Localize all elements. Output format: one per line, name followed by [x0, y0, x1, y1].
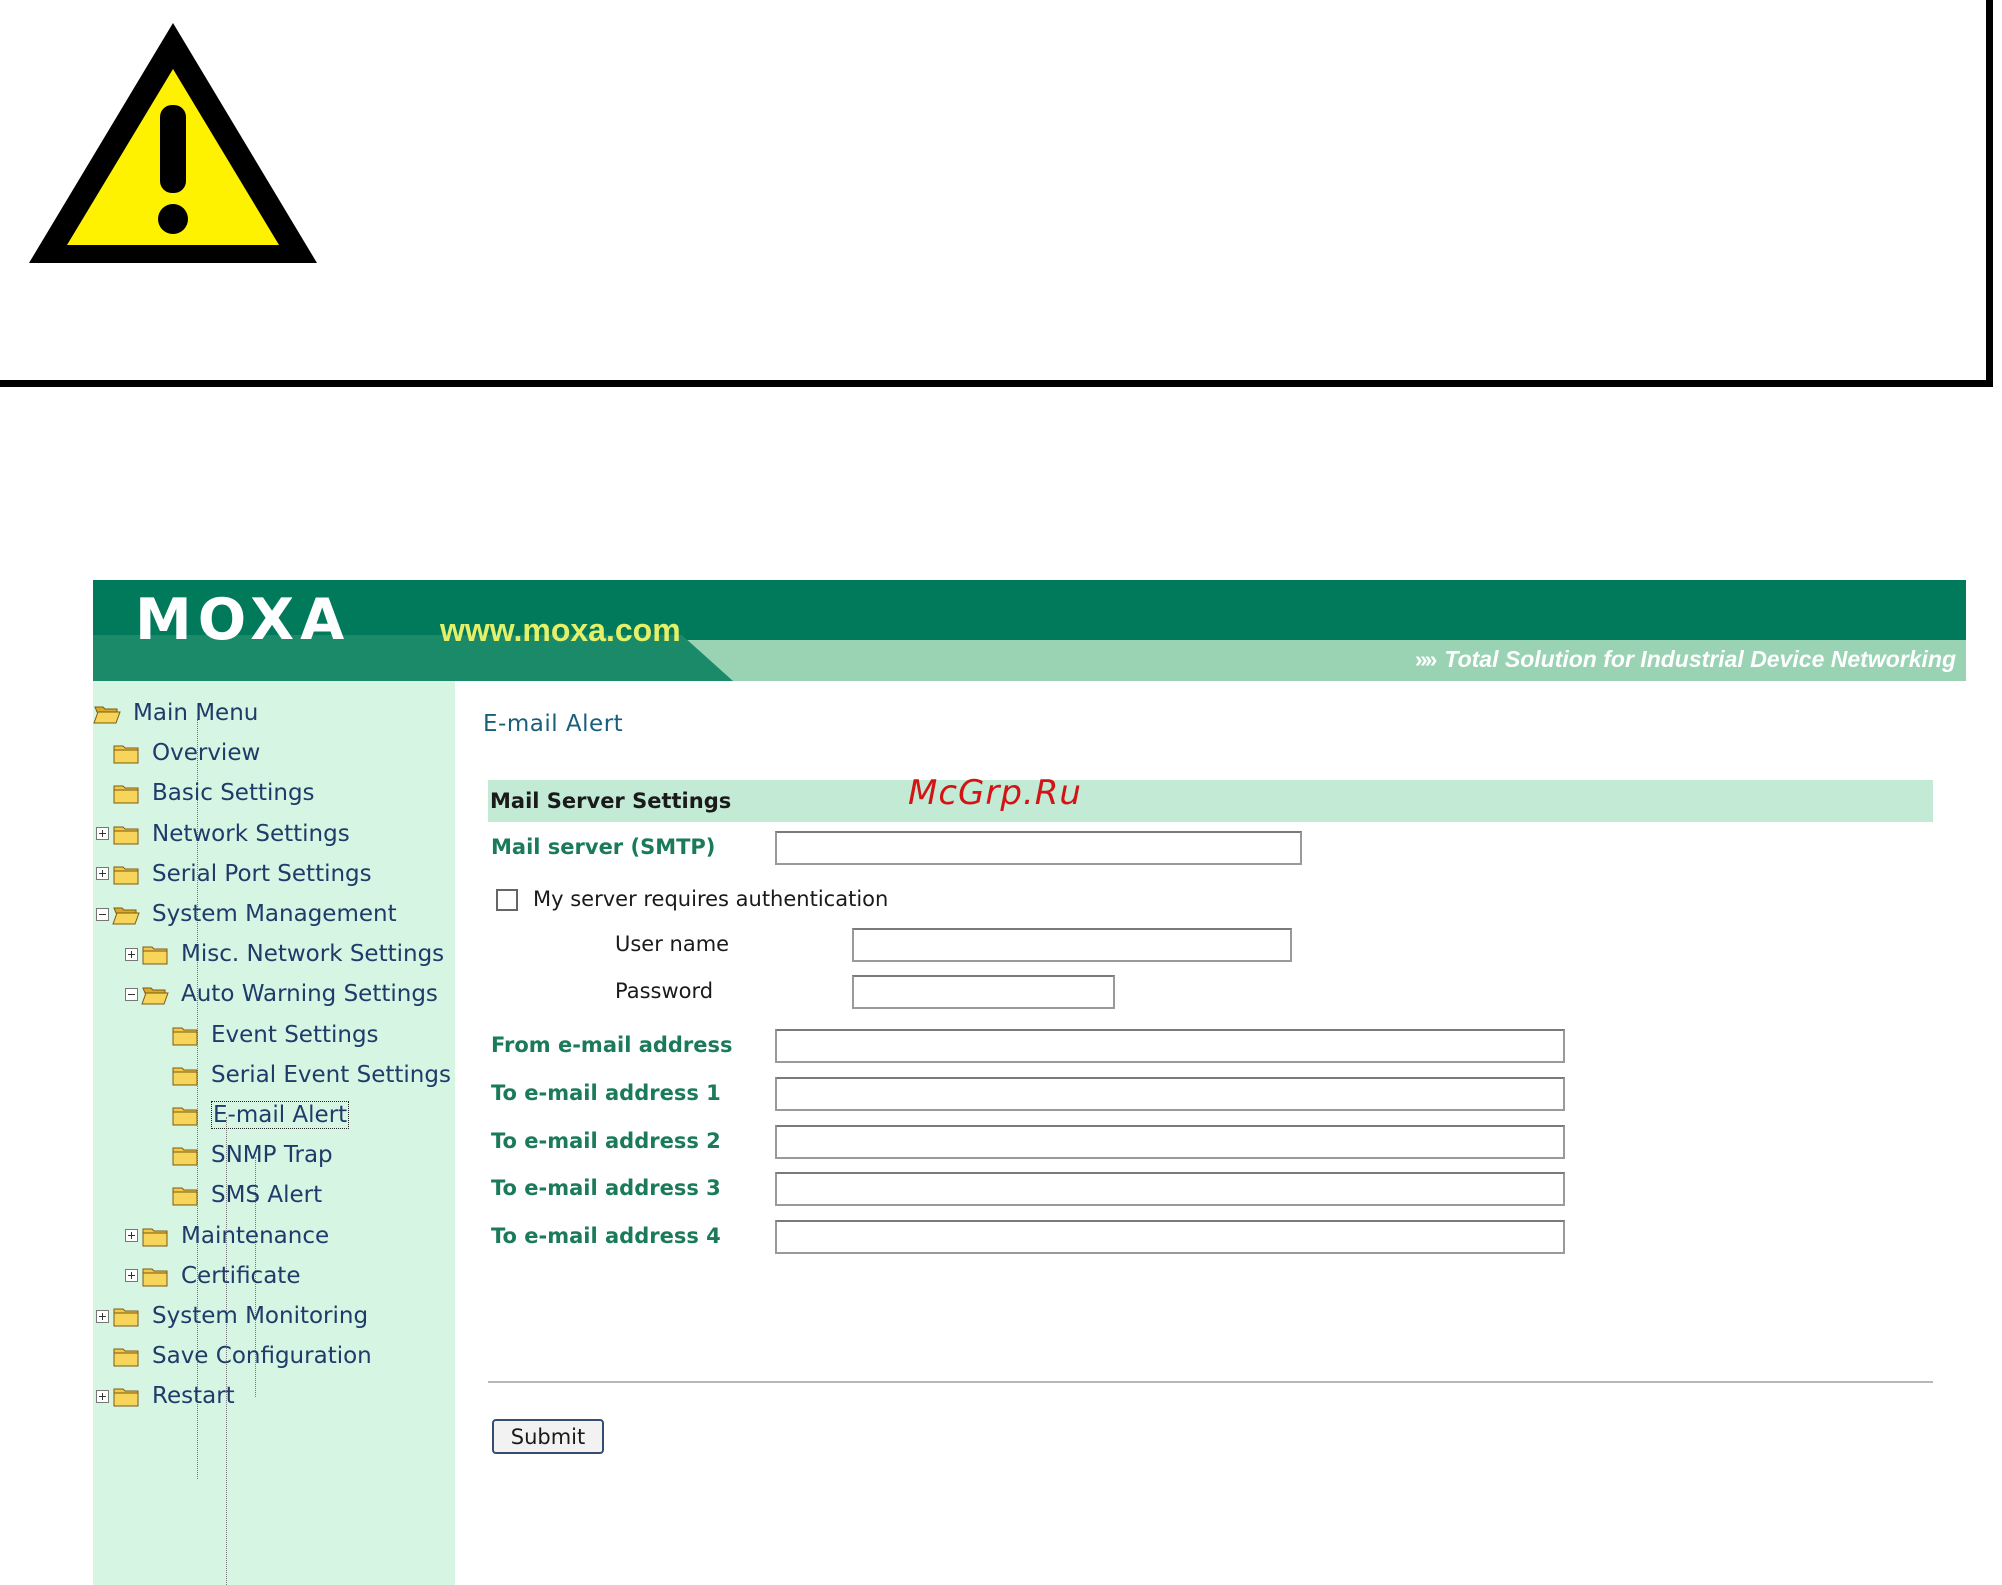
menu-item-label: Serial Port Settings	[152, 860, 372, 887]
to-address-4-input[interactable]	[775, 1220, 1565, 1254]
moxa-logo[interactable]: MOXA	[135, 592, 350, 649]
expand-icon[interactable]	[96, 1389, 109, 1403]
menu-item-misc-network-settings[interactable]: Misc. Network Settings	[125, 937, 444, 971]
folder-icon	[172, 1067, 198, 1086]
menu-item-overview[interactable]: Overview	[96, 736, 260, 770]
menu-item-save-configuration[interactable]: Save Configuration	[96, 1339, 372, 1373]
auth-label: My server requires authentication	[533, 887, 889, 911]
to-address-1-input[interactable]	[775, 1077, 1565, 1111]
section-header: Mail Server Settings	[488, 780, 1933, 822]
menu-root[interactable]: Main Menu	[93, 696, 258, 730]
folder-icon	[142, 946, 168, 965]
menu-tree: Main Menu Overview Basic Settings Network S…	[93, 681, 455, 1585]
menu-item-label: Main Menu	[133, 699, 259, 726]
menu-item-label: Save Configuration	[152, 1343, 372, 1370]
watermark: McGrp.Ru	[908, 773, 1082, 813]
menu-item-network-settings[interactable]: Network Settings	[96, 817, 350, 851]
folder-icon	[113, 1388, 139, 1407]
menu-item-certificate[interactable]: Certificate	[125, 1259, 300, 1293]
menu-item-label: System Management	[152, 901, 397, 927]
username-input[interactable]	[852, 928, 1292, 962]
menu-item-label: Event Settings	[211, 1021, 379, 1048]
menu-item-label: SMS Alert	[211, 1182, 323, 1209]
menu-item-label: Certificate	[181, 1262, 301, 1289]
menu-item-label: Auto Warning Settings	[181, 981, 438, 1008]
menu-item-label: Network Settings	[152, 820, 350, 847]
folder-icon	[113, 866, 139, 885]
menu-item-maintenance[interactable]: Maintenance	[125, 1219, 329, 1253]
folder-icon	[113, 745, 139, 764]
folder-icon	[172, 1027, 198, 1046]
moxa-url[interactable]: www.moxa.com	[440, 612, 681, 648]
expand-icon[interactable]	[125, 947, 138, 961]
menu-item-label: Restart	[152, 1383, 235, 1410]
menu-item-restart[interactable]: Restart	[96, 1379, 235, 1413]
header-banner: MOXA www.moxa.com »» Total Solution for I…	[93, 580, 1966, 681]
folder-open-icon	[112, 907, 140, 925]
menu-item-label: System Monitoring	[152, 1303, 369, 1329]
folder-icon	[113, 785, 139, 804]
menu-item-label: Overview	[152, 740, 261, 767]
expand-icon[interactable]	[96, 867, 109, 881]
menu-item-event-settings[interactable]: Event Settings	[155, 1018, 379, 1052]
password-input[interactable]	[852, 975, 1115, 1009]
submit-button[interactable]: Submit	[492, 1419, 604, 1454]
menu-item-label: E-mail Alert	[211, 1101, 350, 1129]
main-content: E-mail Alert Mail Server Settings McGrp.…	[455, 681, 1966, 1585]
username-label: User name	[615, 932, 730, 956]
menu-item-label: SNMP Trap	[211, 1142, 333, 1169]
menu-item-sms-alert[interactable]: SMS Alert	[155, 1178, 322, 1212]
to-address-2-label: To e-mail address 2	[491, 1129, 721, 1153]
to-address-4-label: To e-mail address 4	[491, 1224, 721, 1248]
expand-icon[interactable]	[125, 1269, 138, 1283]
to-address-1-label: To e-mail address 1	[491, 1081, 721, 1105]
expand-icon[interactable]	[96, 1309, 109, 1323]
menu-item-snmp-trap[interactable]: SNMP Trap	[155, 1138, 333, 1172]
menu-item-basic-settings[interactable]: Basic Settings	[96, 776, 315, 810]
folder-icon	[172, 1187, 198, 1206]
warning-box	[0, 0, 1993, 387]
menu-item-label: Serial Event Settings	[211, 1061, 451, 1088]
folder-icon	[142, 1228, 168, 1247]
expand-icon[interactable]	[125, 1229, 138, 1243]
form-divider	[488, 1381, 1933, 1383]
smtp-label: Mail server (SMTP)	[491, 835, 716, 859]
moxa-web-console: MOXA www.moxa.com »» Total Solution for I…	[93, 580, 1966, 1585]
tagline: »» Total Solution for Industrial Device N…	[1415, 641, 1956, 677]
folder-open-icon	[93, 706, 121, 724]
double-chevron-right-icon: »»	[1414, 646, 1438, 672]
folder-icon	[113, 1348, 139, 1367]
auth-checkbox[interactable]	[496, 889, 518, 911]
page-title: E-mail Alert	[483, 711, 624, 737]
tagline-text: Total Solution for Industrial Device Net…	[1444, 646, 1956, 672]
folder-icon	[142, 1268, 168, 1287]
folder-icon	[113, 826, 139, 845]
section-title: Mail Server Settings	[490, 789, 732, 813]
menu-item-label: Misc. Network Settings	[181, 941, 445, 968]
folder-icon	[172, 1147, 198, 1166]
folder-open-icon	[141, 987, 169, 1005]
sidebar: Main Menu Overview Basic Settings Network S…	[93, 681, 455, 1585]
smtp-server-input[interactable]	[775, 831, 1302, 865]
menu-item-system-monitoring[interactable]: System Monitoring	[96, 1299, 368, 1333]
to-address-3-label: To e-mail address 3	[491, 1176, 721, 1200]
warning-triangle-icon	[29, 23, 317, 263]
to-address-3-input[interactable]	[775, 1172, 1565, 1206]
menu-item-serial-event-settings[interactable]: Serial Event Settings	[155, 1058, 451, 1092]
collapse-icon[interactable]	[125, 987, 138, 1001]
from-address-input[interactable]	[775, 1029, 1565, 1063]
menu-item-e-mail-alert[interactable]: E-mail Alert	[155, 1098, 350, 1132]
menu-item-serial-port-settings[interactable]: Serial Port Settings	[96, 857, 372, 891]
folder-icon	[172, 1107, 198, 1126]
collapse-icon[interactable]	[96, 907, 109, 921]
menu-item-auto-warning-settings[interactable]: Auto Warning Settings	[125, 977, 438, 1011]
to-address-2-input[interactable]	[775, 1125, 1565, 1159]
menu-item-label: Basic Settings	[152, 780, 315, 807]
menu-item-system-management[interactable]: System Management	[96, 897, 397, 931]
folder-icon	[113, 1308, 139, 1327]
menu-item-label: Maintenance	[181, 1222, 330, 1249]
password-label: Password	[615, 979, 714, 1003]
from-address-label: From e-mail address	[491, 1033, 733, 1057]
expand-icon[interactable]	[96, 827, 109, 841]
